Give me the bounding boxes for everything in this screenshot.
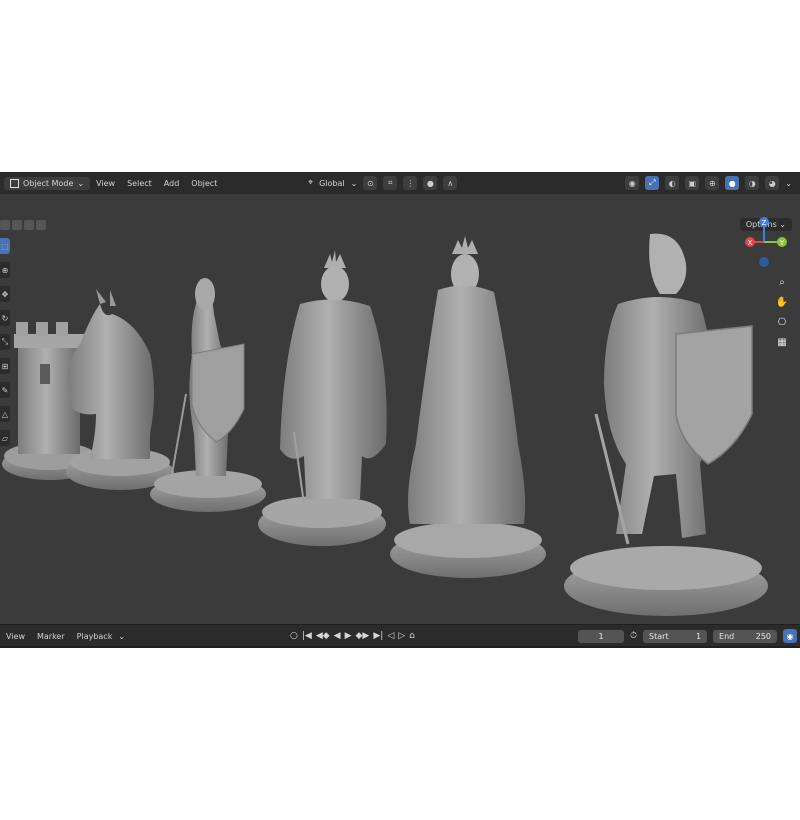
bishop-piece bbox=[150, 278, 266, 512]
chevron-down-icon: ⌄ bbox=[77, 178, 85, 188]
auto-keying-icon[interactable]: ◉ bbox=[783, 629, 798, 643]
navigation-gizmo[interactable]: Z X Y bbox=[738, 214, 798, 274]
menu-view[interactable]: View bbox=[90, 179, 121, 188]
end-value: 250 bbox=[755, 631, 772, 641]
3d-viewport[interactable]: Options ⌄ ⬚ ⊕ ✥ ↻ ⤡ ⊞ ✎ △ ▱ bbox=[0, 194, 800, 624]
wireframe-shading-icon[interactable]: ⊕ bbox=[705, 176, 720, 190]
chevron-down-icon: ⌄ bbox=[350, 178, 358, 188]
knight-figure-piece bbox=[564, 233, 768, 616]
pivot-point-icon[interactable]: ⊙ bbox=[363, 176, 378, 190]
snap-icon[interactable]: ⌗ bbox=[383, 176, 398, 190]
frame-start-field[interactable]: Start 1 bbox=[643, 629, 708, 643]
next-frame-icon[interactable]: ▷ bbox=[398, 631, 405, 641]
current-frame-field[interactable]: 1 bbox=[578, 629, 624, 643]
gizmo-z-label: Z bbox=[762, 219, 767, 227]
timeline-scale[interactable] bbox=[0, 646, 800, 648]
perspective-grid-icon[interactable]: ▦ bbox=[774, 334, 790, 350]
object-mode-icon bbox=[10, 178, 19, 188]
rendered-shading-icon[interactable]: ◕ bbox=[765, 176, 780, 190]
gizmo-toggle-icon[interactable]: ⤢ bbox=[645, 176, 660, 190]
solid-shading-icon[interactable]: ● bbox=[725, 176, 740, 190]
start-label: Start bbox=[649, 631, 669, 641]
gizmo-x-label: X bbox=[748, 239, 753, 247]
end-label: End bbox=[719, 631, 735, 641]
play-reverse-icon[interactable]: ◀ bbox=[334, 631, 341, 641]
gizmo-y-label: Y bbox=[779, 239, 785, 247]
viewport-header: Object Mode ⌄ View Select Add Object ⌖ G… bbox=[0, 172, 800, 195]
timeline-menu-marker[interactable]: Marker bbox=[31, 632, 71, 641]
start-value: 1 bbox=[695, 631, 702, 641]
timeline-header: View Marker Playback ⌄ ○ |◀ ◀◆ ◀ ▶ ◆▶ ▶|… bbox=[0, 624, 800, 647]
knight-piece bbox=[66, 289, 174, 490]
prev-frame-icon[interactable]: ◁ bbox=[387, 631, 394, 641]
chess-scene bbox=[2, 233, 768, 616]
next-keyframe-icon[interactable]: ◆▶ bbox=[356, 631, 370, 641]
menu-object[interactable]: Object bbox=[185, 179, 223, 188]
blender-window: Object Mode ⌄ View Select Add Object ⌖ G… bbox=[0, 172, 800, 648]
mode-label: Object Mode bbox=[23, 178, 74, 188]
xray-icon[interactable]: ▣ bbox=[685, 176, 700, 190]
menu-add[interactable]: Add bbox=[158, 179, 186, 188]
stopwatch-icon[interactable]: ⏱ bbox=[630, 631, 637, 641]
overlays-icon[interactable]: ◐ bbox=[665, 176, 680, 190]
transform-orientation[interactable]: Global bbox=[319, 179, 345, 188]
prev-keyframe-icon[interactable]: ◀◆ bbox=[316, 631, 330, 641]
snap-target-icon[interactable]: ⋮ bbox=[403, 176, 418, 190]
zoom-icon[interactable]: ⌕ bbox=[774, 274, 790, 290]
record-icon[interactable]: ○ bbox=[290, 631, 298, 641]
chevron-down-icon[interactable]: ⌄ bbox=[785, 179, 792, 188]
camera-view-icon[interactable]: ⎔ bbox=[774, 314, 790, 330]
pan-hand-icon[interactable]: ✋ bbox=[774, 294, 790, 310]
timeline-menu-playback[interactable]: Playback bbox=[71, 632, 119, 641]
menu-select[interactable]: Select bbox=[121, 179, 158, 188]
play-icon[interactable]: ▶ bbox=[345, 631, 352, 641]
jump-start-icon[interactable]: |◀ bbox=[302, 631, 312, 641]
chevron-down-icon: ⌄ bbox=[118, 631, 126, 641]
queen-piece bbox=[390, 236, 546, 578]
transform-orientation-icon: ⌖ bbox=[308, 178, 314, 188]
material-shading-icon[interactable]: ◑ bbox=[745, 176, 760, 190]
keying-icon[interactable]: ⌂ bbox=[409, 631, 415, 641]
falloff-icon[interactable]: ∧ bbox=[443, 176, 458, 190]
king-piece bbox=[258, 250, 387, 546]
proportional-edit-icon[interactable]: ● bbox=[423, 176, 438, 190]
mode-selector[interactable]: Object Mode ⌄ bbox=[4, 176, 91, 190]
frame-end-field[interactable]: End 250 bbox=[713, 629, 778, 643]
visibility-icon[interactable]: ◉ bbox=[625, 176, 640, 190]
jump-end-icon[interactable]: ▶| bbox=[373, 631, 383, 641]
timeline-menu-view[interactable]: View bbox=[0, 632, 31, 641]
